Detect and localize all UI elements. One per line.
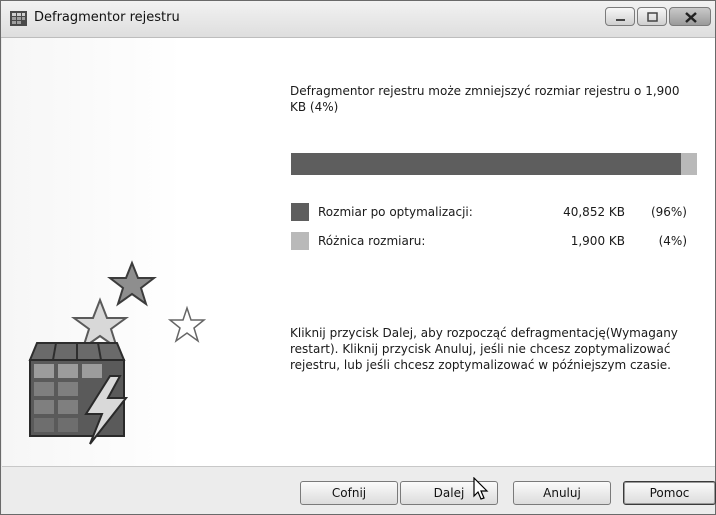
legend-optimized-size: Rozmiar po optymalizacji: 40,852 KB (96%… (291, 203, 697, 221)
legend-swatch-optimized (291, 203, 309, 221)
intro-text: Defragmentor rejestru może zmniejszyć ro… (290, 84, 680, 114)
legend-label: Rozmiar po optymalizacji: (318, 205, 473, 219)
maximize-icon (647, 12, 658, 22)
legend-size-value: 40,852 KB (563, 205, 625, 219)
size-reduction-bar-fill (291, 153, 681, 175)
legend-swatch-difference (291, 232, 309, 250)
dialog-content: Defragmentor rejestru może zmniejszyć ro… (2, 38, 715, 467)
title-bar[interactable]: Defragmentor rejestru (1, 1, 715, 38)
legend-percent-value: (4%) (658, 234, 687, 248)
legend-size-difference: Różnica rozmiaru: 1,900 KB (4%) (291, 232, 697, 250)
legend-size-value: 1,900 KB (570, 234, 625, 248)
minimize-button[interactable] (605, 7, 635, 26)
close-icon (685, 12, 697, 23)
maximize-button[interactable] (637, 7, 667, 26)
close-button[interactable] (669, 7, 711, 26)
illustration-panel (2, 38, 260, 466)
size-reduction-bar (291, 153, 697, 175)
app-window: Defragmentor rejestru Defragmentor rejes… (0, 0, 716, 515)
help-button[interactable]: Pomoc (623, 481, 716, 505)
registry-app-icon (10, 11, 27, 26)
back-button[interactable]: Cofnij (300, 481, 398, 505)
legend-label: Różnica rozmiaru: (318, 234, 426, 248)
window-title: Defragmentor rejestru (34, 10, 180, 25)
legend-percent-value: (96%) (650, 205, 687, 219)
cancel-button[interactable]: Anuluj (513, 481, 611, 505)
registry-stars-lightning-icon (28, 260, 207, 445)
mouse-cursor-icon (473, 477, 489, 500)
instructions-text: Kliknij przycisk Dalej, aby rozpocząć de… (290, 326, 678, 372)
minimize-icon (616, 19, 625, 21)
button-bar: Cofnij Dalej Anuluj Pomoc (2, 467, 716, 514)
